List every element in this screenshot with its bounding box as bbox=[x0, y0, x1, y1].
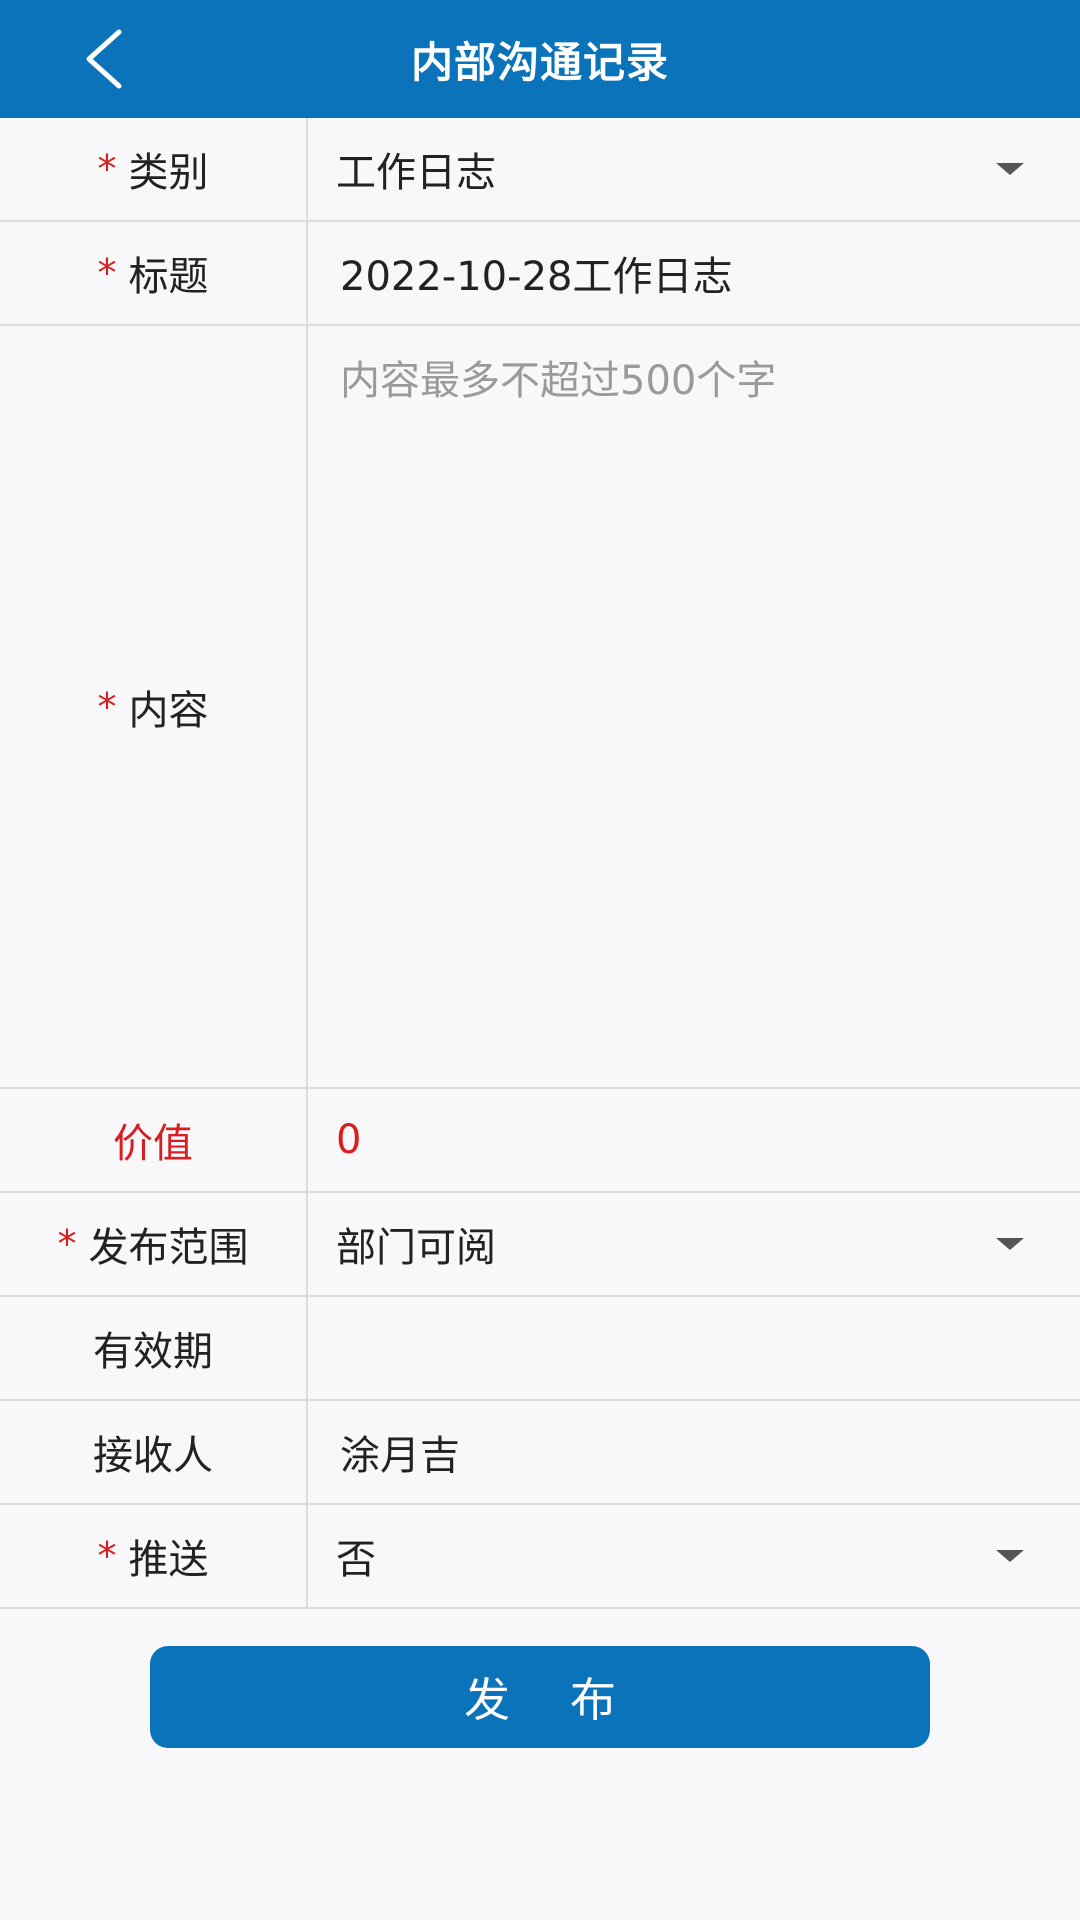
push-select[interactable]: 否 bbox=[308, 1505, 1080, 1607]
content-label: * 内容 bbox=[0, 326, 308, 1087]
dropdown-arrow-icon bbox=[996, 1550, 1024, 1562]
receiver-row: 接收人 涂月吉 bbox=[0, 1401, 1080, 1505]
category-select[interactable]: 工作日志 bbox=[308, 118, 1080, 220]
title-label: * 标题 bbox=[0, 222, 308, 324]
validity-label: 有效期 bbox=[0, 1297, 308, 1399]
worth-input[interactable]: 0 bbox=[308, 1089, 1080, 1191]
chevron-left-icon bbox=[86, 29, 122, 89]
content-row: * 内容 bbox=[0, 326, 1080, 1089]
validity-input[interactable] bbox=[308, 1297, 1080, 1399]
page-title: 内部沟通记录 bbox=[410, 37, 669, 87]
receiver-value: 涂月吉 bbox=[340, 1433, 460, 1479]
title-row: * 标题 2022-10-28工作日志 bbox=[0, 222, 1080, 326]
required-star: * bbox=[97, 251, 117, 295]
submit-wrap: 发布 bbox=[150, 1646, 930, 1748]
worth-label: 价值 bbox=[0, 1089, 308, 1191]
scope-select[interactable]: 部门可阅 bbox=[308, 1193, 1080, 1295]
publish-button[interactable]: 发布 bbox=[150, 1646, 930, 1748]
app-header: 内部沟通记录 bbox=[0, 0, 1080, 118]
scope-value: 部门可阅 bbox=[336, 1225, 496, 1271]
push-label: * 推送 bbox=[0, 1505, 308, 1607]
validity-row: 有效期 bbox=[0, 1297, 1080, 1401]
required-star: * bbox=[97, 684, 117, 729]
receiver-input[interactable]: 涂月吉 bbox=[308, 1401, 1080, 1503]
scope-row: * 发布范围 部门可阅 bbox=[0, 1193, 1080, 1297]
push-row: * 推送 否 bbox=[0, 1505, 1080, 1609]
category-row: * 类别 工作日志 bbox=[0, 118, 1080, 222]
dropdown-arrow-icon bbox=[996, 163, 1024, 175]
required-star: * bbox=[97, 147, 117, 191]
dropdown-arrow-icon bbox=[996, 1238, 1024, 1250]
content-textarea[interactable] bbox=[308, 340, 1080, 1087]
content-area bbox=[308, 326, 1080, 1087]
receiver-label: 接收人 bbox=[0, 1401, 308, 1503]
communication-form: * 类别 工作日志 * 标题 2022-10-28工作日志 * 内容 价值 0 bbox=[0, 118, 1080, 1609]
category-value: 工作日志 bbox=[336, 150, 496, 196]
worth-value: 0 bbox=[336, 1117, 362, 1163]
worth-row: 价值 0 bbox=[0, 1089, 1080, 1193]
back-button[interactable] bbox=[70, 24, 140, 94]
push-value: 否 bbox=[336, 1537, 376, 1583]
scope-label: * 发布范围 bbox=[0, 1193, 308, 1295]
category-label: * 类别 bbox=[0, 118, 308, 220]
title-value: 2022-10-28工作日志 bbox=[340, 254, 733, 300]
required-star: * bbox=[57, 1222, 77, 1266]
title-input[interactable]: 2022-10-28工作日志 bbox=[308, 222, 1080, 324]
required-star: * bbox=[97, 1534, 117, 1578]
